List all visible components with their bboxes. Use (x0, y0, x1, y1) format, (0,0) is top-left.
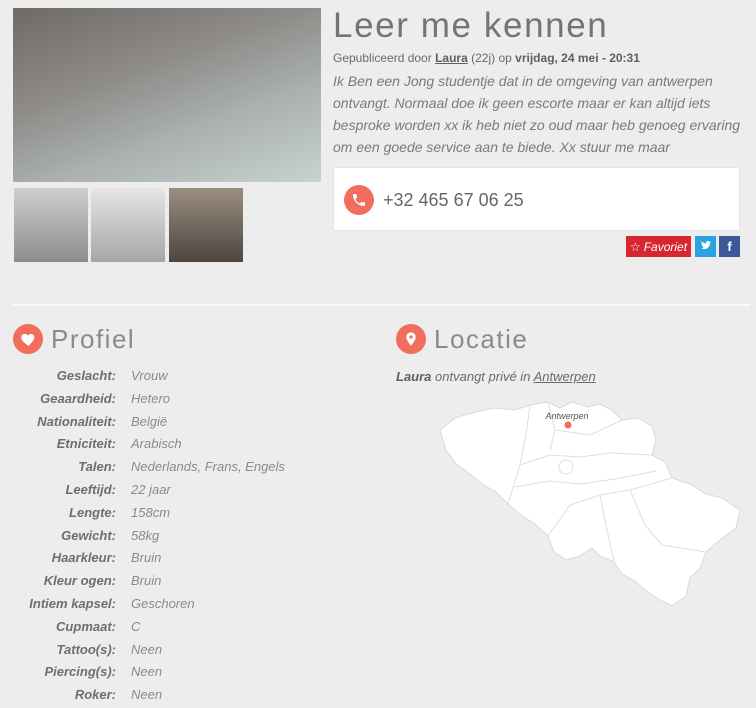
thumbnail-photo-1[interactable] (14, 188, 88, 262)
published-on-label: op (498, 51, 512, 65)
profile-value: C (131, 618, 141, 634)
map-country-shape (439, 401, 741, 607)
profile-row: Geaardheid: Hetero (13, 388, 373, 411)
phone-number[interactable]: +32 465 67 06 25 (383, 188, 524, 212)
profile-label: Lengte: (69, 504, 116, 520)
profile-details: Geslacht: Vrouw Geaardheid: Hetero Nationa… (13, 365, 373, 707)
profile-value: Neen (131, 664, 163, 680)
publish-date: vrijdag, 24 mei - 20:31 (515, 51, 640, 65)
profile-label: Nationaliteit: (37, 413, 116, 429)
profile-row: Tattoo(s): Neen (13, 639, 373, 662)
profile-label: Piercing(s): (44, 664, 116, 680)
profile-value: Vrouw (131, 368, 168, 383)
profile-row: Gewicht: 58kg (13, 525, 373, 548)
thumbnail-photo-3[interactable] (169, 188, 243, 262)
profile-value: 158cm (131, 504, 171, 520)
profile-label: Intiem kapsel: (29, 595, 116, 611)
phone-box[interactable]: +32 465 67 06 25 (333, 167, 740, 231)
page-title: Leer me kennen (333, 6, 609, 45)
profile-label: Kleur ogen: (43, 573, 116, 589)
favorite-button[interactable]: ☆ Favoriet (626, 236, 691, 257)
profile-value: 22 jaar (131, 481, 171, 497)
profile-row: Talen: Nederlands, Frans, Engels (13, 456, 373, 479)
published-by-label: Gepubliceerd door (333, 51, 432, 65)
description-line: ontvangt. Normaal doe ik geen escorte ma… (333, 95, 711, 111)
profile-label: Geaardheid: (40, 390, 116, 406)
author-age: (22j) (471, 51, 496, 65)
location-city-link[interactable]: Antwerpen (534, 369, 596, 384)
profile-label: Tattoo(s): (56, 641, 116, 657)
profile-value: Neen (131, 641, 163, 657)
profile-row: Cupmaat: C (13, 616, 373, 639)
profile-row: Leeftijd: 22 jaar (13, 479, 373, 502)
profile-row: Kleur ogen: Bruin (13, 570, 373, 593)
profile-value: Hetero (131, 390, 171, 406)
description-line: Ik Ben een Jong studentje dat in de omge… (333, 73, 713, 89)
profile-value: België (131, 413, 168, 429)
profile-value: Geschoren (131, 595, 195, 611)
star-icon: ☆ (629, 239, 641, 254)
profile-row: Etniciteit: Arabisch (13, 433, 373, 456)
facebook-icon: f (727, 239, 732, 254)
author-link[interactable]: Laura (435, 51, 468, 65)
profile-label: Geslacht: (56, 368, 116, 383)
profile-title: Profiel (51, 324, 136, 354)
twitter-share-button[interactable] (695, 236, 716, 257)
profile-label: Cupmaat: (56, 618, 116, 634)
location-name: Laura (396, 369, 432, 384)
profile-row: Piercing(s): Neen (13, 661, 373, 684)
description-line: om een goede service aan te biede. Xx st… (333, 139, 670, 155)
map-city-label: Antwerpen (544, 411, 588, 421)
profile-value: Arabisch (131, 436, 182, 452)
profile-label: Roker: (74, 687, 116, 703)
profile-value: 58kg (131, 527, 160, 543)
profile-row: Nationaliteit: België (13, 411, 373, 434)
profile-value: Nederlands, Frans, Engels (131, 459, 285, 475)
profile-label: Haarkleur: (51, 550, 116, 566)
profile-row: Intiem kapsel: Geschoren (13, 593, 373, 616)
location-text: ontvangt privé in (435, 369, 531, 384)
location-summary: Laura ontvangt privé in Antwerpen (396, 368, 596, 385)
belgium-map[interactable]: Antwerpen (430, 395, 750, 615)
section-divider (13, 304, 750, 306)
heart-icon (13, 324, 43, 354)
profile-label: Gewicht: (61, 527, 116, 543)
twitter-icon (700, 239, 712, 254)
favorite-label: Favoriet (643, 239, 688, 254)
profile-value: Bruin (131, 550, 162, 566)
description: Ik Ben een Jong studentje dat in de omge… (333, 70, 743, 158)
profile-label: Leeftijd: (65, 481, 116, 497)
facebook-share-button[interactable]: f (719, 236, 740, 257)
profile-value: Neen (131, 687, 163, 703)
thumbnail-photo-2[interactable] (91, 188, 165, 262)
description-line: besproke worden xx ik heb niet zo oud ma… (333, 117, 741, 133)
location-title: Locatie (434, 324, 529, 354)
profile-row: Roker: Neen (13, 684, 373, 707)
map-city-marker[interactable] (564, 421, 572, 429)
profile-row: Geslacht: Vrouw (13, 365, 373, 388)
map-pin-icon (396, 324, 426, 354)
profile-value: Bruin (131, 573, 162, 589)
profile-label: Talen: (78, 459, 116, 475)
profile-label: Etniciteit: (56, 436, 116, 452)
publish-meta: Gepubliceerd door Laura (22j) op vrijdag… (333, 51, 640, 66)
profile-row: Lengte: 158cm (13, 502, 373, 525)
phone-icon (344, 185, 374, 215)
profile-row: Haarkleur: Bruin (13, 547, 373, 570)
main-photo[interactable] (13, 8, 321, 182)
